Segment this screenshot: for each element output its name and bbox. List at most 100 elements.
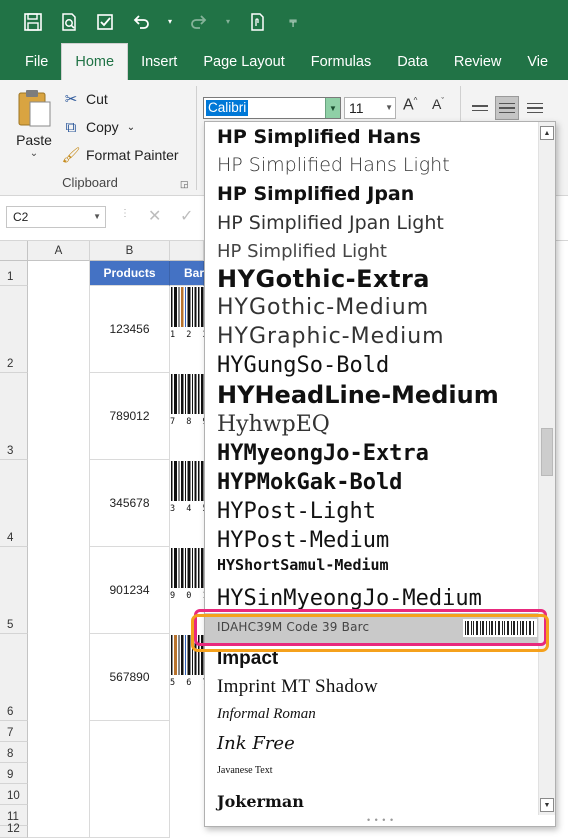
cancel-icon[interactable]: ✕ bbox=[148, 206, 161, 226]
chevron-down-icon[interactable]: ▼ bbox=[385, 103, 393, 112]
font-option[interactable]: HYGungSo-Bold bbox=[217, 353, 389, 378]
column-a-cells[interactable] bbox=[28, 261, 90, 838]
font-option[interactable]: Imprint MT Shadow bbox=[217, 676, 378, 698]
chevron-down-icon[interactable]: ⌄ bbox=[127, 122, 135, 133]
resize-grip-icon[interactable]: • • • • bbox=[367, 815, 394, 825]
quick-access-toolbar: ▾ ▾ ╤ bbox=[0, 0, 568, 43]
font-size-combobox[interactable]: 11 ▼ bbox=[344, 97, 396, 119]
paste-button[interactable]: Paste ⌄ bbox=[12, 88, 56, 159]
tab-formulas[interactable]: Formulas bbox=[298, 43, 384, 80]
increase-font-size-icon[interactable]: A^ bbox=[403, 96, 417, 114]
barcode-cell[interactable]: 1 2 3 bbox=[170, 287, 204, 343]
name-box[interactable]: C2 ▼ bbox=[6, 206, 106, 228]
tab-review[interactable]: Review bbox=[441, 43, 515, 80]
customize-qat-icon[interactable]: ╤ bbox=[282, 11, 304, 33]
tab-data[interactable]: Data bbox=[384, 43, 441, 80]
row-header[interactable]: 7 bbox=[0, 721, 28, 742]
product-cell[interactable]: 567890 bbox=[90, 634, 170, 721]
column-header-b[interactable]: B bbox=[90, 241, 170, 261]
row-header[interactable]: 6 bbox=[0, 634, 28, 721]
font-option[interactable]: HYShortSamul-Medium bbox=[217, 556, 389, 574]
touch-mode-icon[interactable] bbox=[246, 11, 268, 33]
font-option[interactable]: Informal Roman bbox=[217, 706, 316, 723]
copy-button[interactable]: ⧉ Copy ⌄ bbox=[62, 118, 135, 136]
font-option[interactable]: Javanese Text bbox=[217, 765, 272, 776]
cut-button[interactable]: ✂ Cut bbox=[62, 90, 108, 108]
font-option[interactable]: HYPMokGak-Bold bbox=[217, 470, 402, 495]
align-middle-icon[interactable] bbox=[495, 96, 519, 120]
tab-page-layout[interactable]: Page Layout bbox=[190, 43, 297, 80]
font-option[interactable]: HYPost-Light bbox=[217, 499, 376, 524]
font-option[interactable]: HP Simplified Jpan bbox=[217, 183, 414, 205]
checkbox-icon[interactable] bbox=[94, 11, 116, 33]
font-option[interactable]: HYGothic-Extra bbox=[217, 265, 430, 293]
font-dropdown-list[interactable]: HP Simplified Hans HP Simplified Hans Li… bbox=[204, 121, 556, 827]
row-header[interactable]: 5 bbox=[0, 547, 28, 634]
font-name-value[interactable]: Calibri bbox=[206, 100, 249, 116]
font-option[interactable]: HYHeadLine-Medium bbox=[217, 381, 499, 409]
font-option[interactable]: HYGothic-Medium bbox=[217, 295, 429, 320]
barcode-cell[interactable]: 3 4 5 bbox=[170, 461, 204, 517]
product-cell[interactable]: 901234 bbox=[90, 547, 170, 634]
barcode-cell[interactable]: 7 8 9 bbox=[170, 374, 204, 430]
save-icon[interactable] bbox=[22, 11, 44, 33]
row-header[interactable]: 1 bbox=[0, 261, 28, 286]
row-header[interactable]: 3 bbox=[0, 373, 28, 460]
chevron-down-icon[interactable]: ⌄ bbox=[12, 148, 56, 159]
row-header[interactable]: 10 bbox=[0, 784, 28, 805]
chevron-down-icon[interactable]: ▼ bbox=[325, 98, 340, 118]
scroll-up-icon[interactable]: ▲ bbox=[540, 126, 554, 140]
font-option[interactable]: HYSinMyeongJo-Medium bbox=[217, 586, 482, 611]
tab-insert[interactable]: Insert bbox=[128, 43, 190, 80]
font-option[interactable]: HP Simplified Jpan Light bbox=[217, 212, 444, 234]
row-header[interactable]: 2 bbox=[0, 286, 28, 373]
decrease-font-size-icon[interactable]: Aˇ bbox=[432, 96, 444, 112]
row-header[interactable]: 8 bbox=[0, 742, 28, 763]
column-header-a[interactable]: A bbox=[28, 241, 90, 261]
format-painter-button[interactable]: 🖌 Format Painter bbox=[61, 146, 178, 164]
align-top-icon[interactable] bbox=[468, 96, 492, 120]
font-option[interactable]: Jokerman bbox=[217, 792, 304, 811]
row-header[interactable]: 9 bbox=[0, 763, 28, 784]
redo-icon[interactable] bbox=[188, 11, 210, 33]
scrollbar-thumb[interactable] bbox=[541, 428, 553, 476]
tab-view[interactable]: Vie bbox=[514, 43, 561, 80]
barcode-cell[interactable]: 9 0 1 bbox=[170, 548, 204, 604]
tab-file[interactable]: File bbox=[12, 43, 61, 80]
dialog-launcher-icon[interactable]: ◲ bbox=[180, 179, 189, 190]
font-option[interactable]: HP Simplified Hans bbox=[217, 126, 421, 148]
font-option[interactable]: HYMyeongJo-Extra bbox=[217, 441, 429, 466]
row-header[interactable]: 12 bbox=[0, 823, 28, 838]
barcode-bars bbox=[171, 287, 204, 328]
enter-icon[interactable]: ✓ bbox=[180, 206, 193, 226]
font-name-combobox[interactable]: Calibri ▼ bbox=[203, 97, 341, 119]
align-bottom-icon[interactable] bbox=[523, 96, 547, 120]
product-cell[interactable]: 789012 bbox=[90, 373, 170, 460]
name-box-value[interactable]: C2 bbox=[13, 210, 28, 224]
font-option[interactable]: HYGraphic-Medium bbox=[217, 324, 445, 349]
select-all-corner[interactable] bbox=[0, 241, 28, 261]
column-header-c[interactable] bbox=[170, 241, 204, 261]
redo-dropdown-icon[interactable]: ▾ bbox=[224, 11, 232, 33]
font-size-value[interactable]: 11 bbox=[349, 100, 364, 116]
chevron-down-icon[interactable]: ▼ bbox=[93, 212, 101, 221]
highlight-ring-orange bbox=[191, 614, 549, 652]
font-list-scrollbar[interactable]: ▲ ▼ bbox=[538, 122, 555, 815]
product-cell[interactable]: 345678 bbox=[90, 460, 170, 547]
header-cell-barcode[interactable]: Bar bbox=[170, 261, 204, 286]
undo-dropdown-icon[interactable]: ▾ bbox=[166, 11, 174, 33]
font-option[interactable]: HyhwpEQ bbox=[217, 412, 330, 437]
font-option[interactable]: Ink Free bbox=[217, 733, 295, 754]
font-option[interactable]: HP Simplified Light bbox=[217, 241, 387, 262]
header-cell-products[interactable]: Products bbox=[90, 261, 170, 286]
empty-cells[interactable] bbox=[90, 721, 170, 838]
row-header[interactable]: 4 bbox=[0, 460, 28, 547]
print-preview-icon[interactable] bbox=[58, 11, 80, 33]
scroll-down-icon[interactable]: ▼ bbox=[540, 798, 554, 812]
font-option[interactable]: HYPost-Medium bbox=[217, 528, 389, 553]
barcode-bars bbox=[171, 461, 204, 502]
tab-home[interactable]: Home bbox=[61, 43, 129, 80]
product-cell[interactable]: 123456 bbox=[90, 286, 170, 373]
font-option[interactable]: HP Simplified Hans Light bbox=[217, 154, 450, 176]
undo-icon[interactable] bbox=[130, 11, 152, 33]
